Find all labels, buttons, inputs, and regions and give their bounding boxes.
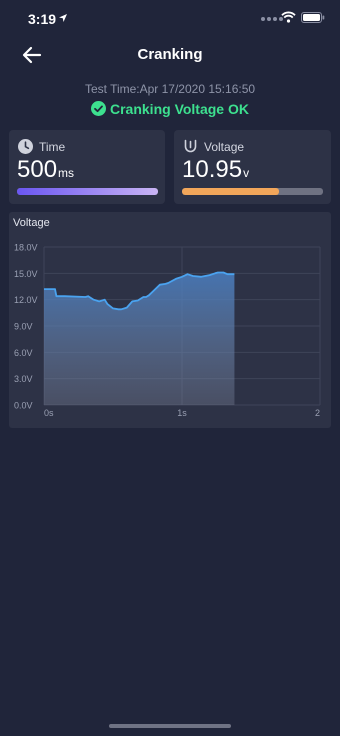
voltage-number: 10.95	[182, 156, 243, 183]
y-tick-label: 9.0V	[14, 322, 33, 332]
page-title: Cranking	[137, 46, 203, 63]
time-value: 500ms	[17, 156, 74, 184]
clock-icon	[18, 139, 33, 154]
wifi-icon	[281, 11, 296, 23]
time-card: Time 500ms	[9, 130, 165, 204]
y-tick-label: 0.0V	[14, 401, 33, 411]
x-tick-label: 1s	[177, 408, 187, 418]
navigation-bar: Cranking	[0, 40, 340, 70]
voltage-progress-fill	[182, 188, 280, 195]
voltage-card: Voltage 10.95v	[174, 130, 331, 204]
time-progress-bar	[17, 188, 158, 195]
check-circle-icon	[91, 101, 106, 116]
test-time: Test Time:Apr 17/2020 15:16:50	[84, 82, 256, 96]
cellular-signal-icon	[261, 17, 283, 21]
voltage-label: Voltage	[204, 140, 245, 154]
y-tick-label: 6.0V	[14, 348, 33, 358]
voltage-unit: v	[243, 166, 250, 180]
result-status: Cranking Voltage OK	[0, 101, 340, 117]
series-area	[44, 272, 235, 405]
voltage-icon	[184, 139, 197, 153]
y-tick-label: 12.0V	[14, 295, 38, 305]
voltage-chart-plot: 0.0V 3.0V 6.0V 9.0V 12.0V 15.0V 18.0V 0s 1s 2	[14, 243, 321, 418]
time-number: 500	[17, 156, 58, 183]
time-label: Time	[39, 140, 66, 154]
x-tick-label: 0s	[44, 408, 54, 418]
battery-icon	[301, 12, 325, 23]
voltage-chart: Voltage 0.0V 3.0V 6.0V 9.0V 12.0V 15.0V 18.0V 0…	[9, 212, 331, 428]
time-progress-fill	[17, 188, 158, 195]
voltage-progress-bar	[182, 188, 323, 195]
y-tick-label: 3.0V	[14, 374, 33, 384]
status-bar: 3:19	[0, 0, 340, 40]
location-arrow-icon	[59, 14, 67, 22]
status-time: 3:19	[28, 11, 57, 27]
result-text: Cranking Voltage OK	[110, 101, 249, 117]
y-tick-label: 15.0V	[14, 269, 38, 279]
x-tick-label: 2	[315, 408, 320, 418]
y-tick-label: 18.0V	[14, 243, 38, 253]
voltage-value: 10.95v	[182, 156, 249, 184]
home-indicator	[109, 724, 231, 728]
time-unit: ms	[58, 166, 75, 180]
